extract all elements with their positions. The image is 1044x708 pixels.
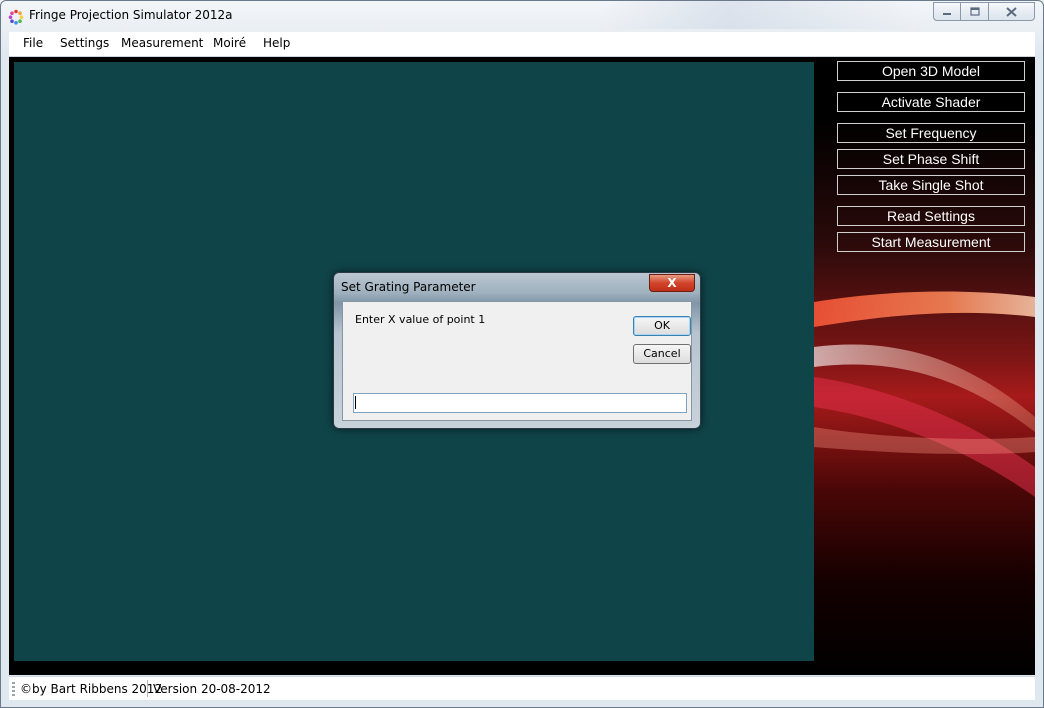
status-version: Version 20-08-2012 (153, 682, 271, 696)
take-single-shot-button[interactable]: Take Single Shot (837, 175, 1025, 195)
dialog-body: Enter X value of point 1 OK Cancel (342, 301, 692, 421)
menu-help[interactable]: Help (263, 36, 290, 50)
ok-button[interactable]: OK (633, 316, 691, 336)
start-measurement-button[interactable]: Start Measurement (837, 232, 1025, 252)
set-frequency-button[interactable]: Set Frequency (837, 123, 1025, 143)
menu-settings[interactable]: Settings (60, 36, 109, 50)
set-phase-shift-button[interactable]: Set Phase Shift (837, 149, 1025, 169)
status-grip (12, 682, 15, 696)
window-controls (933, 2, 1035, 21)
control-panel: Open 3D Model Activate Shader Set Freque… (814, 57, 1035, 675)
read-settings-button[interactable]: Read Settings (837, 206, 1025, 226)
titlebar-glass (601, 1, 921, 29)
cancel-button[interactable]: Cancel (633, 344, 691, 364)
title-bar[interactable]: Fringe Projection Simulator 2012a (1, 1, 1043, 31)
maximize-button[interactable] (961, 2, 989, 21)
text-caret (355, 396, 356, 409)
minimize-button[interactable] (933, 2, 961, 21)
dialog-prompt: Enter X value of point 1 (355, 313, 486, 326)
close-icon: X (667, 276, 677, 290)
close-icon (1006, 6, 1017, 17)
window-title: Fringe Projection Simulator 2012a (29, 8, 233, 22)
x-value-input[interactable] (353, 393, 687, 413)
close-button[interactable] (989, 2, 1035, 21)
set-grating-dialog: Set Grating Parameter X Enter X value of… (333, 272, 701, 429)
main-window: Fringe Projection Simulator 2012a File S… (0, 0, 1044, 708)
menu-measurement[interactable]: Measurement (121, 36, 203, 50)
menu-file[interactable]: File (23, 36, 43, 50)
minimize-icon (943, 12, 951, 15)
menu-bar: File Settings Measurement Moiré Help (9, 32, 1035, 57)
status-separator (147, 680, 148, 697)
dialog-close-button[interactable]: X (649, 274, 695, 292)
status-copyright: ©by Bart Ribbens 2012 (20, 682, 163, 696)
status-bar: ©by Bart Ribbens 2012 Version 20-08-2012 (9, 676, 1035, 700)
maximize-icon (969, 7, 980, 16)
dialog-title: Set Grating Parameter (341, 280, 476, 294)
app-icon (8, 9, 24, 25)
menu-moire[interactable]: Moiré (213, 36, 246, 50)
open-3d-model-button[interactable]: Open 3D Model (837, 61, 1025, 81)
activate-shader-button[interactable]: Activate Shader (837, 92, 1025, 112)
